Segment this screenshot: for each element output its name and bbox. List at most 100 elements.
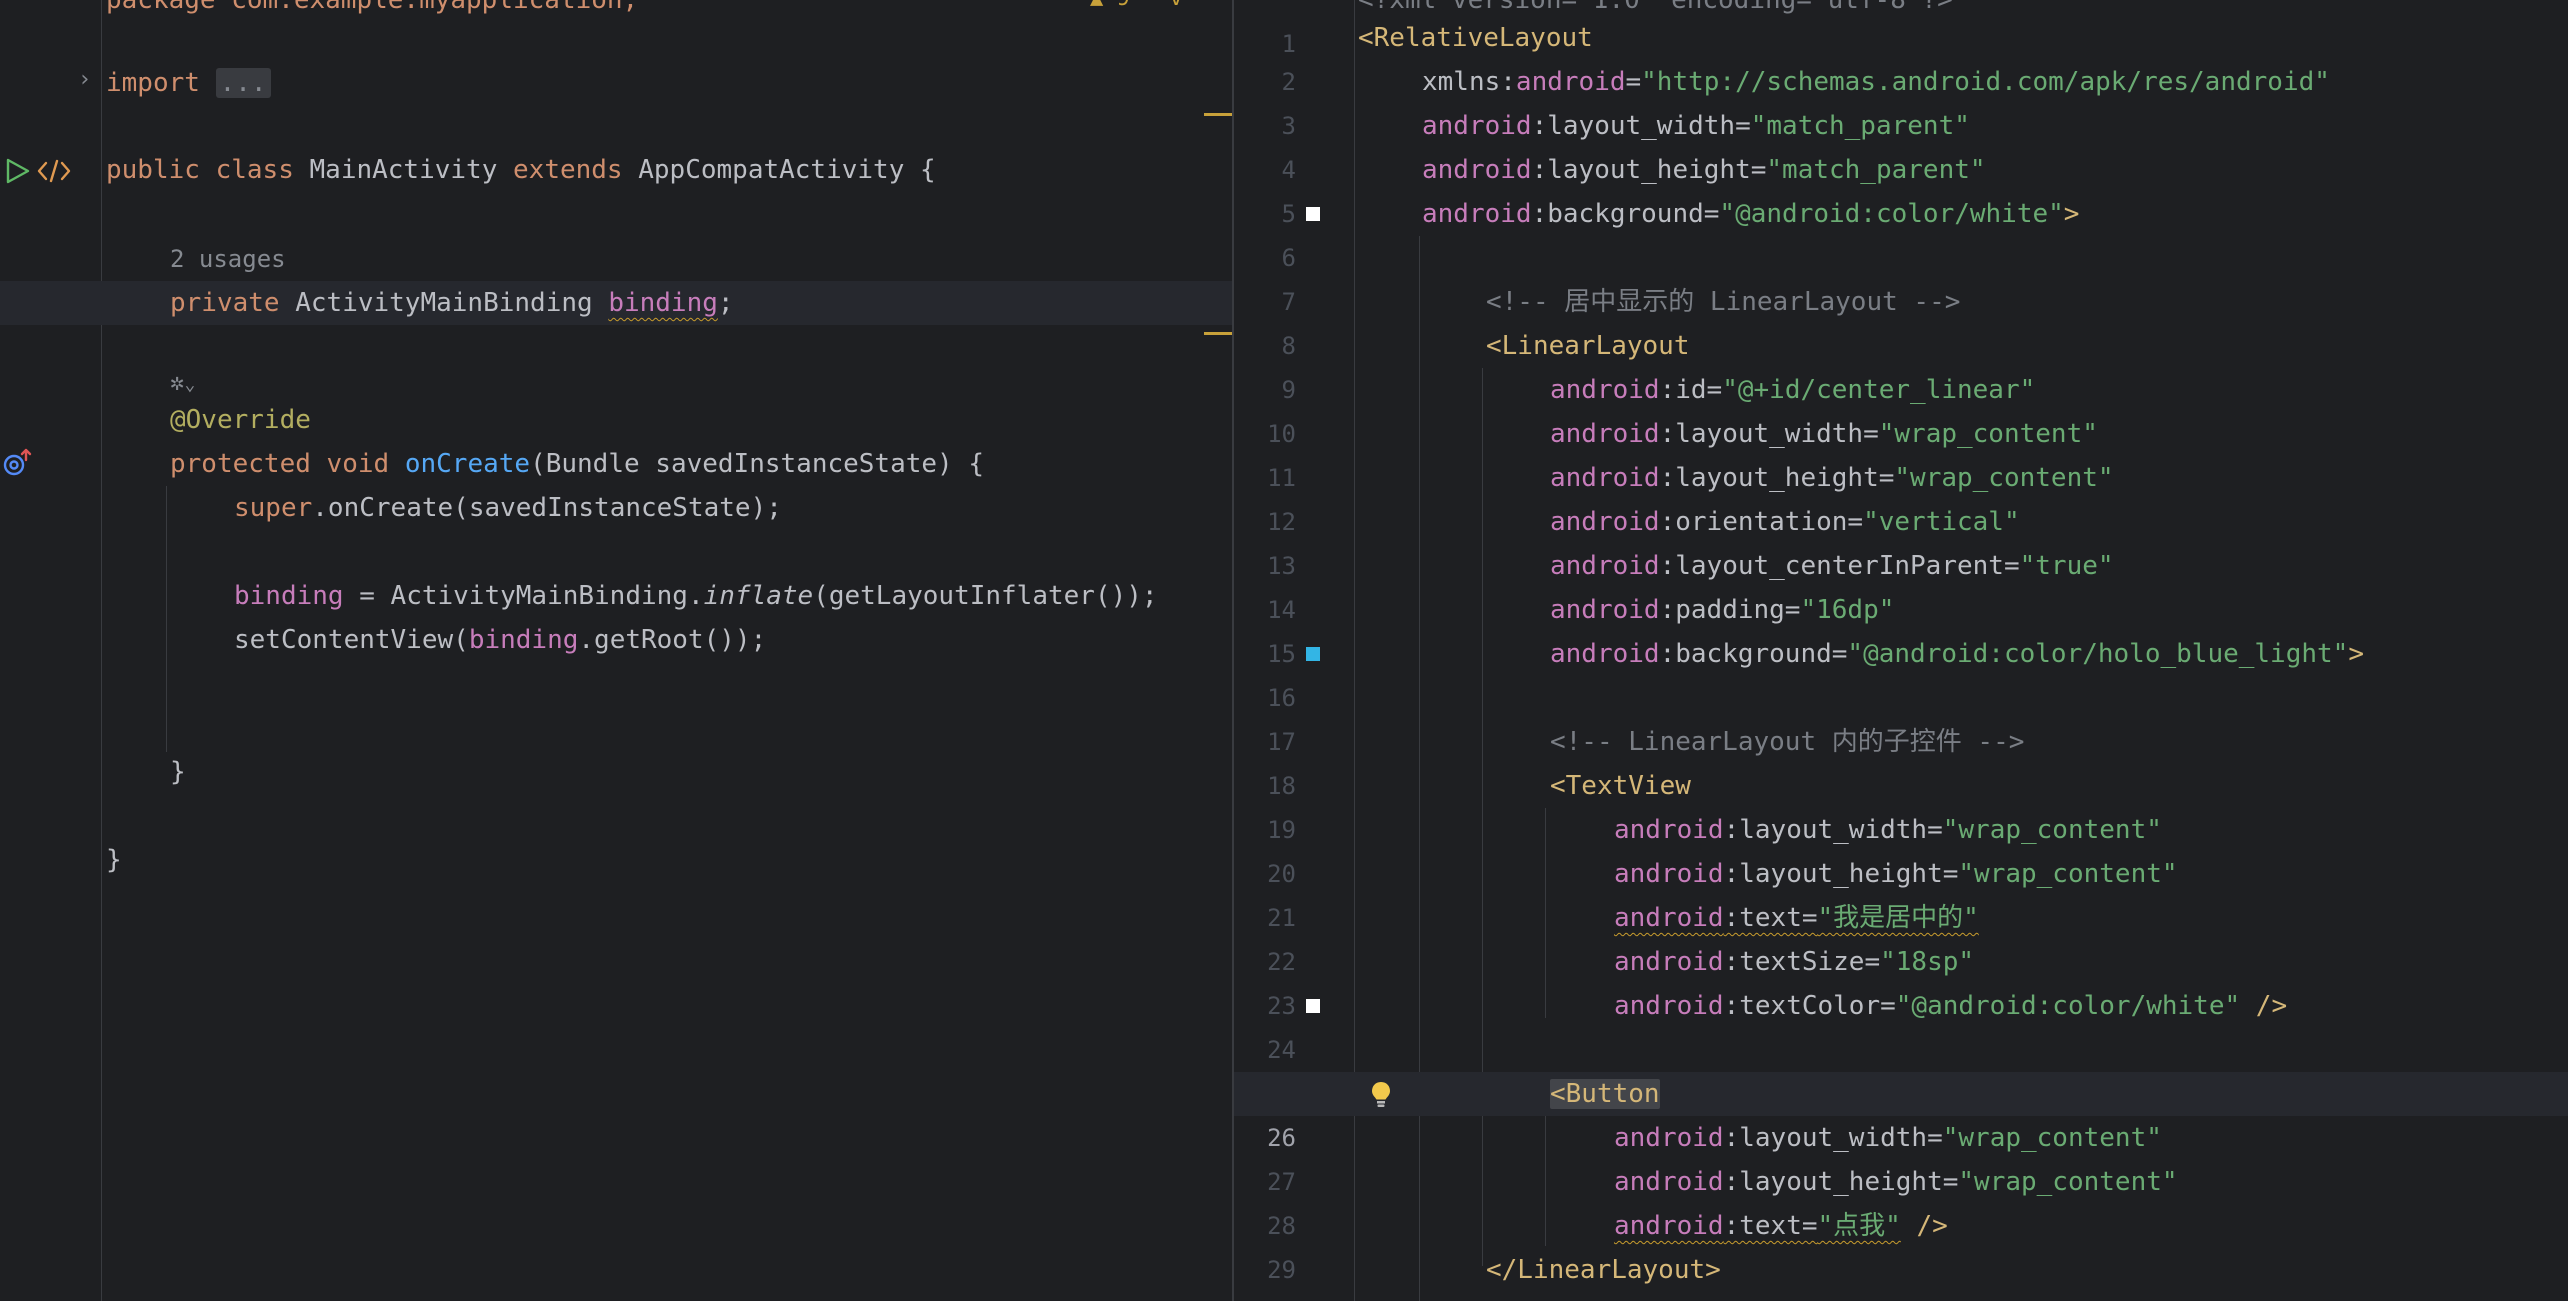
attr-ns: android bbox=[1614, 903, 1724, 933]
color-swatch-icon[interactable] bbox=[1306, 207, 1320, 221]
inspection-widget[interactable]: ▲ 9 ^ v bbox=[1090, 0, 1183, 11]
xml-line-11[interactable]: 11 android:layout_width="wrap_content" bbox=[1234, 412, 2568, 492]
xmlns-attr: xmlns: bbox=[1422, 67, 1516, 97]
xml-line-7[interactable]: 7 bbox=[1234, 236, 2568, 316]
xml-line-13[interactable]: 13 android:orientation="vertical" bbox=[1234, 500, 2568, 580]
getroot-call: .getRoot()); bbox=[578, 625, 767, 655]
attr-ns: android bbox=[1550, 463, 1660, 493]
attr-ns: android bbox=[1550, 375, 1660, 405]
parent-class: AppCompatActivity bbox=[638, 155, 905, 185]
tag-end: > bbox=[2348, 639, 2364, 669]
xml-line-24[interactable]: 24 android:textColor="@android:color/whi… bbox=[1234, 984, 2568, 1064]
field-type: ActivityMainBinding bbox=[295, 288, 593, 318]
color-swatch-icon[interactable] bbox=[1306, 999, 1320, 1013]
xml-line-3[interactable]: 3 xmlns:android="http://schemas.android.… bbox=[1234, 60, 2568, 140]
code-line-binding[interactable]: binding = ActivityMainBinding.inflate(ge… bbox=[0, 574, 1232, 618]
class-open-brace: { bbox=[920, 155, 936, 185]
xml-line-30[interactable]: 30 </LinearLayout> bbox=[1234, 1248, 2568, 1301]
xml-line-29[interactable]: 29 android:text="点我" /> bbox=[1234, 1204, 2568, 1284]
xml-line-18[interactable]: 18 <!-- LinearLayout 内的子控件 --> bbox=[1234, 720, 2568, 800]
binding-ref: binding bbox=[468, 625, 579, 655]
attr-value: "true" bbox=[2019, 551, 2114, 581]
inflate-args: (getLayoutInflater()); bbox=[813, 581, 1158, 611]
attr-name: :layout_width= bbox=[1659, 419, 1879, 449]
xml-line-25[interactable]: 25 bbox=[1234, 1028, 2568, 1108]
semicolon: ; bbox=[717, 288, 734, 318]
attr-ns: android bbox=[1422, 155, 1532, 185]
xml-line-16[interactable]: 16 android:background="@android:color/ho… bbox=[1234, 632, 2568, 712]
code-line-import[interactable]: import ... bbox=[0, 61, 1232, 105]
xml-line-28[interactable]: 28 android:layout_height="wrap_content" bbox=[1234, 1160, 2568, 1240]
xml-line-26[interactable]: 26 <Button bbox=[1234, 1072, 2568, 1152]
textview-open-tag: <TextView bbox=[1550, 771, 1691, 801]
attr-value: "wrap_content" bbox=[1942, 815, 2162, 845]
xml-line-8[interactable]: 8 <!-- 居中显示的 LinearLayout --> bbox=[1234, 280, 2568, 360]
code-line-setcontent[interactable]: setContentView(binding.getRoot()); bbox=[0, 618, 1232, 662]
xmlns-ns: android bbox=[1515, 67, 1626, 97]
attr-name: :layout_centerInParent= bbox=[1659, 551, 2020, 581]
usages-hint-line[interactable]: 2 usages bbox=[0, 237, 1232, 281]
code-line-method[interactable]: protected void onCreate(Bundle savedInst… bbox=[0, 442, 1232, 486]
code-line-method-close[interactable]: } bbox=[0, 750, 1232, 794]
attr-ns: android bbox=[1614, 815, 1724, 845]
class-name: MainActivity bbox=[309, 155, 498, 185]
xml-line-5[interactable]: 5 android:layout_height="match_parent" bbox=[1234, 148, 2568, 228]
xml-comment: <!-- LinearLayout 内的子控件 --> bbox=[1550, 727, 2025, 757]
attr-ns: android bbox=[1550, 419, 1660, 449]
attr-name: :layout_height= bbox=[1723, 1167, 1959, 1197]
warning-marker[interactable] bbox=[1204, 113, 1232, 116]
xml-line-17[interactable]: 17 bbox=[1234, 676, 2568, 756]
code-line-super[interactable]: super.onCreate(savedInstanceState); bbox=[0, 486, 1232, 530]
xml-line-20[interactable]: 20 android:layout_width="wrap_content" bbox=[1234, 808, 2568, 888]
attr-value: "wrap_content" bbox=[1958, 859, 2178, 889]
attr-value: "wrap_content" bbox=[1894, 463, 2114, 493]
code-line-field[interactable]: private ActivityMainBinding binding; bbox=[0, 281, 1232, 325]
attr-value: "16dp" bbox=[1800, 595, 1895, 625]
relativelayout-open-tag: <RelativeLayout bbox=[1358, 23, 1593, 53]
attr-ns: android bbox=[1614, 947, 1724, 977]
color-swatch-icon[interactable] bbox=[1306, 647, 1320, 661]
xml-line-4[interactable]: 4 android:layout_width="match_parent" bbox=[1234, 104, 2568, 184]
code-line-annotation[interactable]: @Override bbox=[0, 398, 1232, 442]
xml-line-12[interactable]: 12 android:layout_height="wrap_content" bbox=[1234, 456, 2568, 536]
code-line-package[interactable]: package com.example.myapplication; bbox=[0, 0, 1232, 22]
xml-line-14[interactable]: 14 android:layout_centerInParent="true" bbox=[1234, 544, 2568, 624]
usages-hint[interactable]: 2 usages bbox=[170, 237, 286, 281]
ai-assist-widget[interactable]: ✲⌄ bbox=[170, 368, 195, 396]
xml-line-21[interactable]: 21 android:layout_height="wrap_content" bbox=[1234, 852, 2568, 932]
attr-value: "match_parent" bbox=[1766, 155, 1986, 185]
xml-line-10[interactable]: 10 android:id="@+id/center_linear" bbox=[1234, 368, 2568, 448]
xml-line-2[interactable]: 2 <RelativeLayout bbox=[1234, 16, 2568, 96]
keyword-class: class bbox=[215, 155, 294, 185]
attr-value: "@android:color/white" bbox=[1719, 199, 2064, 229]
attr-name: :layout_width= bbox=[1723, 1123, 1943, 1153]
attr-name: :layout_width= bbox=[1723, 815, 1943, 845]
keyword-super: super bbox=[234, 493, 313, 523]
lightbulb-icon[interactable] bbox=[1370, 1080, 1392, 1108]
keyword-protected: protected bbox=[170, 449, 311, 479]
xml-line-9[interactable]: 9 <LinearLayout bbox=[1234, 324, 2568, 404]
xml-line-15[interactable]: 15 android:padding="16dp" bbox=[1234, 588, 2568, 668]
warning-marker-2[interactable] bbox=[1204, 332, 1232, 335]
xml-editor[interactable]: 1 <?xml version="1.0" encoding="utf-8"?>… bbox=[1234, 0, 2568, 1301]
binding-assign: = ActivityMainBinding. bbox=[343, 581, 704, 611]
attr-ns: android bbox=[1550, 551, 1660, 581]
attr-name: :background= bbox=[1659, 639, 1848, 669]
attr-name: :layout_height= bbox=[1531, 155, 1767, 185]
attr-value: "我是居中的" bbox=[1817, 903, 1979, 933]
attr-ns: android bbox=[1422, 199, 1532, 229]
code-line-class-close[interactable]: } bbox=[0, 838, 1232, 882]
java-editor[interactable]: package com.example.myapplication; ▲ 9 ^… bbox=[0, 0, 1232, 1301]
warning-icon: ▲ bbox=[1090, 0, 1103, 11]
code-line-class[interactable]: public class MainActivity extends AppCom… bbox=[0, 148, 1232, 192]
xml-line-27[interactable]: 27 android:layout_width="wrap_content" bbox=[1234, 1116, 2568, 1196]
xml-line-6[interactable]: 6 android:background="@android:color/whi… bbox=[1234, 192, 2568, 272]
attr-name: :layout_height= bbox=[1723, 859, 1959, 889]
import-fold-badge[interactable]: ... bbox=[215, 68, 271, 98]
setcontent-call: setContentView( bbox=[234, 625, 469, 655]
xml-line-23[interactable]: 23 android:textSize="18sp" bbox=[1234, 940, 2568, 1020]
method-params: (Bundle savedInstanceState) { bbox=[530, 449, 985, 479]
class-close-brace: } bbox=[106, 845, 122, 875]
xml-line-19[interactable]: 19 <TextView bbox=[1234, 764, 2568, 844]
xml-line-22[interactable]: 22 android:text="我是居中的" bbox=[1234, 896, 2568, 976]
